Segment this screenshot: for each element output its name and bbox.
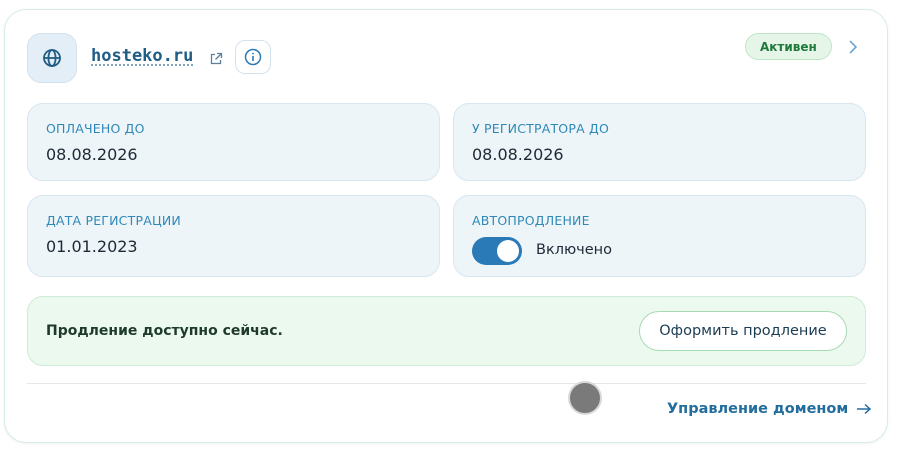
globe-button[interactable] (27, 33, 77, 83)
autorenew-toggle[interactable] (472, 237, 522, 265)
paid-until-value: 08.08.2026 (46, 145, 138, 164)
external-link-icon[interactable] (209, 52, 223, 66)
renew-button[interactable]: Оформить продление (639, 311, 847, 351)
autorenew-tile: АВТОПРОДЛЕНИЕ Включено (453, 195, 866, 277)
paid-until-label: ОПЛАЧЕНО ДО (46, 121, 145, 136)
renewal-message: Продление доступно сейчас. (46, 323, 283, 339)
registration-date-label: ДАТА РЕГИСТРАЦИИ (46, 213, 181, 228)
registrar-until-label: У РЕГИСТРАТОРА ДО (472, 121, 609, 136)
autorenew-state: Включено (536, 242, 613, 258)
paid-until-tile: ОПЛАЧЕНО ДО 08.08.2026 (27, 103, 440, 181)
arrow-right-icon (857, 403, 872, 415)
domain-card: hosteko.ru Активен ОПЛАЧЕНО ДО 08.08.202… (4, 9, 888, 443)
chevron-right-icon[interactable] (847, 38, 859, 56)
status-badge: Активен (745, 33, 832, 60)
info-button[interactable] (235, 40, 271, 74)
toggle-knob (497, 240, 519, 262)
manage-domain-label: Управление доменом (667, 401, 849, 417)
autorenew-label: АВТОПРОДЛЕНИЕ (472, 213, 590, 228)
cursor-indicator (568, 381, 602, 415)
manage-domain-link[interactable]: Управление доменом (667, 401, 872, 417)
registration-date-value: 01.01.2023 (46, 237, 138, 256)
divider (27, 383, 866, 384)
domain-link[interactable]: hosteko.ru (91, 46, 193, 66)
info-icon (244, 48, 262, 66)
registrar-until-tile: У РЕГИСТРАТОРА ДО 08.08.2026 (453, 103, 866, 181)
renewal-panel: Продление доступно сейчас. Оформить прод… (27, 296, 866, 366)
globe-icon (43, 49, 61, 67)
registrar-until-value: 08.08.2026 (472, 145, 564, 164)
registration-date-tile: ДАТА РЕГИСТРАЦИИ 01.01.2023 (27, 195, 440, 277)
